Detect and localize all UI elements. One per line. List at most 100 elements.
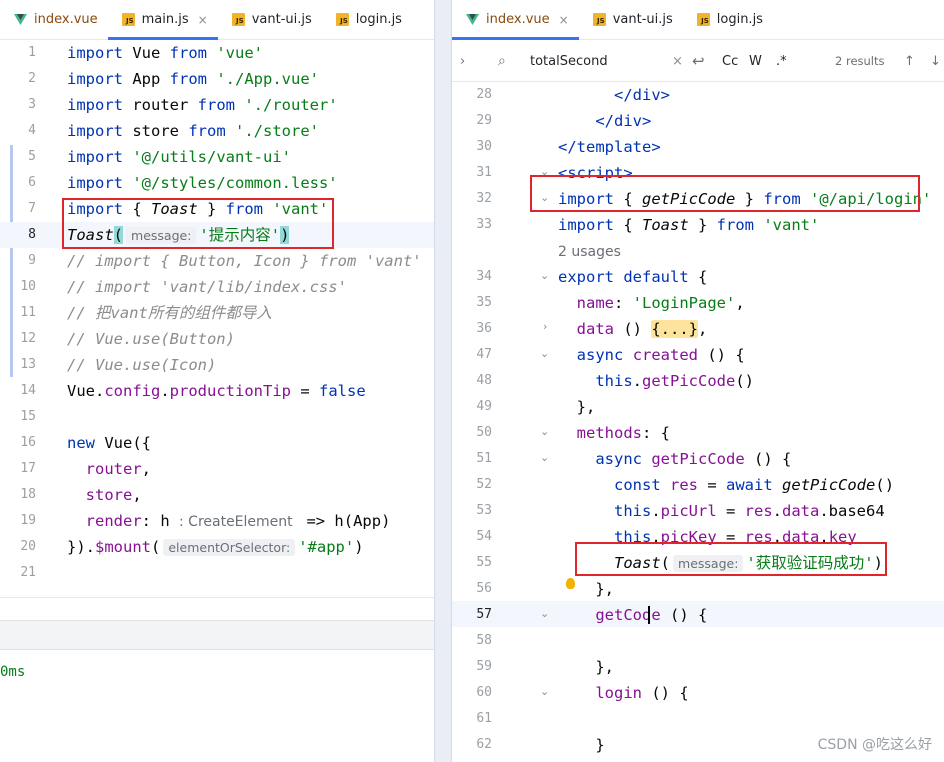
code-line[interactable]: }).$mount(elementOrSelector: '#app') <box>67 534 364 560</box>
code-line[interactable]: // Vue.use(Button) <box>67 326 235 352</box>
close-tab-icon[interactable]: × <box>198 13 208 27</box>
line-number: 17 <box>20 461 36 476</box>
code-line[interactable]: import App from './App.vue' <box>67 66 319 92</box>
line-number: 2 <box>28 71 36 86</box>
close-tab-icon[interactable]: × <box>559 13 569 27</box>
code-line[interactable]: new Vue({ <box>67 430 151 456</box>
code-line[interactable]: async getPicCode () { <box>558 446 791 472</box>
code-line[interactable]: methods: { <box>558 420 670 446</box>
expand-chevron-icon[interactable]: › <box>543 320 547 333</box>
tab-vant-ui-js[interactable]: JS vant-ui.js <box>579 0 683 39</box>
code-line[interactable]: name: 'LoginPage', <box>558 290 745 316</box>
code-line[interactable]: }, <box>558 654 614 680</box>
code-line[interactable]: this.picUrl = res.data.base64 <box>558 498 885 524</box>
code-line[interactable]: async created () { <box>558 342 745 368</box>
code-line[interactable]: import Vue from 'vue' <box>67 40 263 66</box>
line-number: 34 <box>476 269 492 284</box>
code-line[interactable]: import store from './store' <box>67 118 319 144</box>
code-line[interactable]: getCode () { <box>558 602 707 628</box>
lightbulb-icon[interactable] <box>566 578 575 589</box>
code-line[interactable]: } <box>558 732 604 758</box>
line-number: 16 <box>20 435 36 450</box>
code-line[interactable]: import '@/utils/vant-ui' <box>67 144 291 170</box>
code-line[interactable]: // import { Button, Icon } from 'vant' <box>67 248 422 274</box>
line-number: 18 <box>20 487 36 502</box>
code-line[interactable]: Vue.config.productionTip = false <box>67 378 366 404</box>
left-tab-bar: index.vue JS main.js × JS vant-ui.js JS login.j… <box>0 0 434 40</box>
code-line[interactable]: router, <box>67 456 151 482</box>
tab-label: login.js <box>716 12 763 27</box>
code-line[interactable]: </div> <box>558 82 670 108</box>
js-file-icon: JS <box>335 13 349 26</box>
red-annotation-box <box>62 198 334 249</box>
line-number: 7 <box>28 201 36 216</box>
line-number: 52 <box>476 477 492 492</box>
js-file-icon: JS <box>696 13 710 26</box>
match-case-toggle[interactable]: Cc <box>722 40 738 82</box>
code-line[interactable]: // 把vant所有的组件都导入 <box>67 300 272 326</box>
search-input[interactable]: totalSecond <box>530 40 608 82</box>
tab-label: vant-ui.js <box>612 12 673 27</box>
expand-replace-chevron-icon[interactable]: › <box>460 40 465 82</box>
new-line-icon[interactable]: ↩ <box>692 40 705 82</box>
code-line[interactable]: import '@/styles/common.less' <box>67 170 338 196</box>
line-number: 9 <box>28 253 36 268</box>
line-number: 13 <box>20 357 36 372</box>
line-number: 60 <box>476 685 492 700</box>
line-number: 21 <box>20 565 36 580</box>
tab-index-vue[interactable]: index.vue <box>0 0 108 39</box>
fold-chevron-icon[interactable]: ⌄ <box>540 269 549 282</box>
fold-chevron-icon[interactable]: ⌄ <box>540 607 549 620</box>
red-annotation-box <box>530 175 920 212</box>
code-line[interactable]: // Vue.use(Icon) <box>67 352 216 378</box>
whole-word-toggle[interactable]: W <box>749 40 762 82</box>
tab-label: vant-ui.js <box>251 12 312 27</box>
code-line[interactable]: import router from './router' <box>67 92 338 118</box>
line-number: 62 <box>476 737 492 752</box>
tab-index-vue[interactable]: index.vue × <box>452 0 579 40</box>
code-line[interactable]: data () {...}, <box>558 316 707 342</box>
code-line[interactable]: import { Toast } from 'vant' <box>558 212 819 238</box>
line-number: 48 <box>476 373 492 388</box>
line-number: 59 <box>476 659 492 674</box>
vue-file-icon <box>466 13 479 26</box>
tab-vant-ui-js[interactable]: JS vant-ui.js <box>218 0 322 39</box>
fold-chevron-icon[interactable]: ⌄ <box>540 425 549 438</box>
fold-chevron-icon[interactable]: ⌄ <box>540 347 549 360</box>
line-number: 35 <box>476 295 492 310</box>
console-output-text: 0ms <box>0 664 26 680</box>
line-number: 33 <box>476 217 492 232</box>
code-line[interactable]: store, <box>67 482 142 508</box>
code-line[interactable]: </template> <box>558 134 661 160</box>
previous-occurrence-icon[interactable]: ↑ <box>904 40 915 82</box>
fold-chevron-icon[interactable]: ⌄ <box>540 685 549 698</box>
regex-toggle[interactable]: .* <box>776 40 787 82</box>
code-line[interactable]: const res = await getPicCode() <box>558 472 894 498</box>
search-history-icon[interactable]: ⌕ <box>498 40 506 82</box>
line-number: 47 <box>476 347 492 362</box>
next-occurrence-icon[interactable]: ↓ <box>930 40 941 82</box>
code-line[interactable]: this.getPicCode() <box>558 368 754 394</box>
code-line[interactable]: // import 'vant/lib/index.css' <box>67 274 347 300</box>
code-line[interactable]: 2 usages <box>558 238 621 264</box>
line-number: 4 <box>28 123 36 138</box>
clear-search-icon[interactable]: × <box>672 40 683 82</box>
tab-login-js[interactable]: JS login.js <box>322 0 412 39</box>
js-file-icon: JS <box>592 13 606 26</box>
line-number: 29 <box>476 113 492 128</box>
line-number: 3 <box>28 97 36 112</box>
tab-login-js[interactable]: JS login.js <box>683 0 773 39</box>
code-line[interactable]: login () { <box>558 680 688 706</box>
line-number: 58 <box>476 633 492 648</box>
code-line[interactable]: render: h : CreateElement => h(App) <box>67 508 391 534</box>
left-editor-pane: index.vue JS main.js × JS vant-ui.js JS login.j… <box>0 0 434 762</box>
tab-main-js[interactable]: JS main.js × <box>107 0 218 40</box>
line-number: 49 <box>476 399 492 414</box>
code-line[interactable]: }, <box>558 394 596 420</box>
tool-window-header <box>0 620 434 650</box>
line-number: 8 <box>28 227 36 242</box>
code-line[interactable]: export default { <box>558 264 707 290</box>
split-divider[interactable] <box>434 0 452 762</box>
fold-chevron-icon[interactable]: ⌄ <box>540 451 549 464</box>
code-line[interactable]: </div> <box>558 108 651 134</box>
